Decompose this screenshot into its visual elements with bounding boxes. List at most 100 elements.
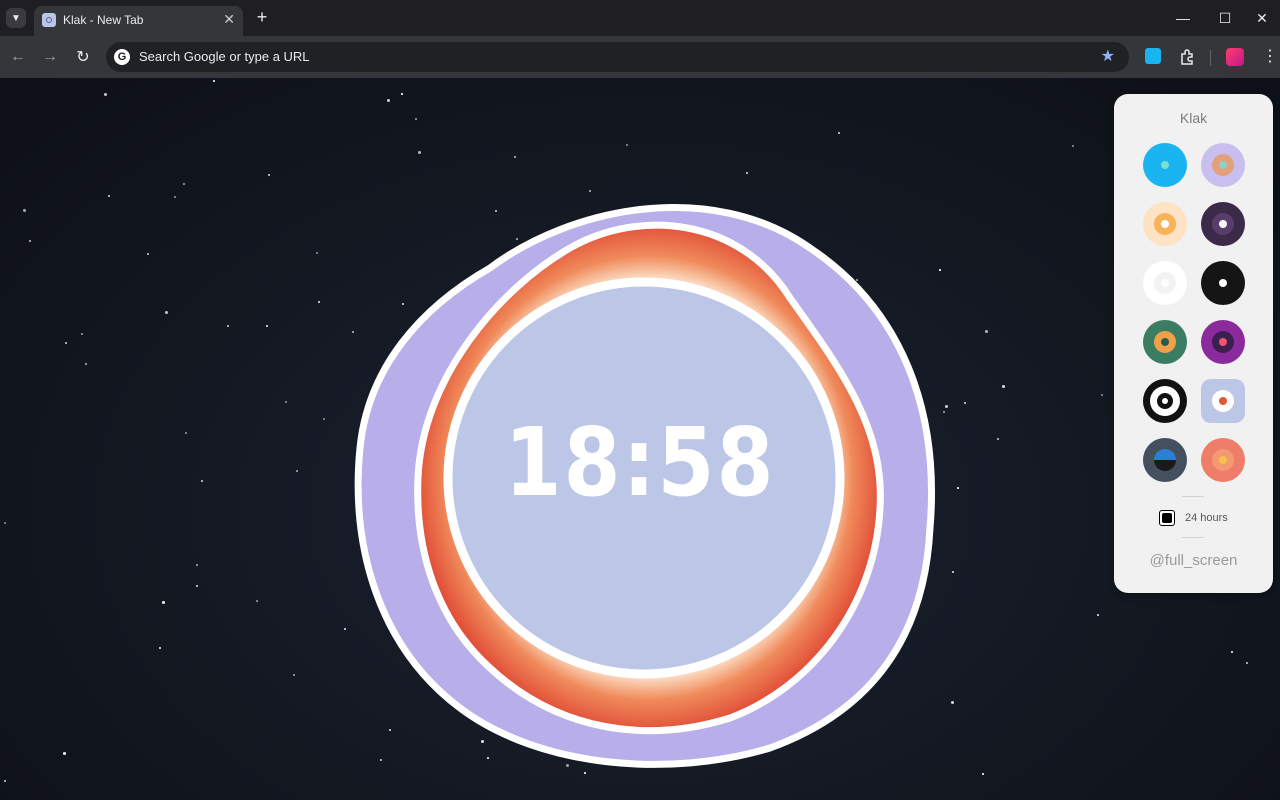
full-screen-link[interactable]: @full_screen <box>1114 552 1273 569</box>
star <box>964 402 966 404</box>
toolbar-separator <box>1210 50 1211 66</box>
star <box>4 522 6 524</box>
star <box>584 772 586 774</box>
star <box>401 93 403 95</box>
tab-close-icon[interactable]: ✕ <box>223 11 235 28</box>
star <box>65 342 67 344</box>
clock-time: 18:58 <box>504 408 776 519</box>
star <box>159 647 161 649</box>
star <box>1072 145 1074 147</box>
profile-avatar-icon[interactable] <box>1226 48 1244 66</box>
swatch-dot <box>1161 279 1169 287</box>
theme-periwinkle-swatch[interactable] <box>1201 379 1245 423</box>
swatch-dot <box>1161 161 1169 169</box>
star <box>285 401 287 403</box>
swatch-dot <box>1161 338 1169 346</box>
swatch-ring <box>1154 449 1176 471</box>
star <box>316 252 318 254</box>
star <box>147 253 149 255</box>
star <box>185 432 187 434</box>
bookmark-star-icon[interactable]: ★ <box>1101 46 1115 66</box>
star <box>293 674 295 676</box>
new-tab-button[interactable]: + <box>252 6 272 28</box>
forward-arrow-icon[interactable]: → <box>39 46 61 68</box>
star <box>268 174 270 176</box>
star <box>81 333 83 335</box>
theme-slate-swatch[interactable] <box>1143 438 1187 482</box>
google-icon: G <box>114 49 130 65</box>
swatch-dot <box>1219 161 1227 169</box>
star <box>1002 385 1005 388</box>
star <box>23 209 26 212</box>
star <box>108 195 110 197</box>
star <box>227 325 229 327</box>
24-hours-label: 24 hours <box>1185 512 1228 524</box>
star <box>63 752 66 755</box>
star <box>256 600 258 602</box>
star <box>982 773 984 775</box>
star <box>985 330 988 333</box>
divider <box>1182 496 1204 497</box>
swatch-dot <box>1219 338 1227 346</box>
new-tab-page: 18:58 <box>0 78 1280 800</box>
star <box>746 172 748 174</box>
star <box>997 438 999 440</box>
star <box>952 571 954 573</box>
klak-favicon-icon <box>42 13 56 27</box>
divider <box>1182 537 1204 538</box>
star <box>415 118 417 120</box>
extensions-puzzle-icon[interactable] <box>1178 48 1196 66</box>
star <box>201 480 203 482</box>
back-arrow-icon[interactable]: ← <box>7 46 29 68</box>
tab-search-button[interactable]: ▼ <box>6 8 26 28</box>
24-hours-toggle[interactable]: 24 hours <box>1159 510 1228 526</box>
browser-toolbar: ← → ↻ G Search Google or type a URL ★ ⋮ <box>0 36 1280 78</box>
theme-white-swatch[interactable] <box>1143 261 1187 305</box>
theme-target-swatch[interactable] <box>1143 379 1187 423</box>
star <box>85 363 87 365</box>
star <box>418 151 421 154</box>
panel-title: Klak <box>1179 110 1208 126</box>
star <box>104 93 107 96</box>
star <box>323 418 325 420</box>
klak-theme-panel: Klak 24 hours @full_screen <box>1114 94 1273 593</box>
theme-lavender-swatch[interactable] <box>1201 143 1245 187</box>
close-window-button[interactable]: ✕ <box>1244 0 1280 36</box>
star <box>162 601 165 604</box>
star <box>514 156 516 158</box>
theme-black-swatch[interactable] <box>1201 261 1245 305</box>
star <box>1231 651 1233 653</box>
checkbox-icon[interactable] <box>1159 510 1175 526</box>
tab-title: Klak - New Tab <box>63 13 144 27</box>
tab-klak[interactable]: Klak - New Tab ✕ <box>34 6 243 36</box>
theme-blue-swatch[interactable] <box>1143 143 1187 187</box>
star <box>196 564 198 566</box>
minimize-button[interactable]: — <box>1160 0 1206 36</box>
star <box>387 99 390 102</box>
theme-coral-swatch[interactable] <box>1201 438 1245 482</box>
address-bar[interactable]: G Search Google or type a URL ★ <box>106 42 1129 72</box>
menu-kebab-icon[interactable]: ⋮ <box>1262 46 1278 66</box>
star <box>4 780 6 782</box>
star <box>296 470 298 472</box>
theme-plum-swatch[interactable] <box>1201 202 1245 246</box>
star <box>183 183 185 185</box>
swatch-center <box>1162 398 1168 404</box>
star <box>943 411 945 413</box>
star <box>213 80 215 82</box>
theme-green-swatch[interactable] <box>1143 320 1187 364</box>
star <box>1097 614 1099 616</box>
address-bar-placeholder: Search Google or type a URL <box>139 49 310 64</box>
swatch-dot <box>1161 220 1169 228</box>
star <box>1246 662 1248 664</box>
title-bar: ▼ Klak - New Tab ✕ + — ☐ ✕ <box>0 0 1280 36</box>
maximize-button[interactable]: ☐ <box>1202 0 1248 36</box>
swatch-dot <box>1219 220 1227 228</box>
theme-purple-swatch[interactable] <box>1201 320 1245 364</box>
star <box>29 240 31 242</box>
star <box>266 325 268 327</box>
klak-extension-icon[interactable] <box>1145 48 1161 64</box>
star <box>951 701 954 704</box>
theme-peach-swatch[interactable] <box>1143 202 1187 246</box>
reload-icon[interactable]: ↻ <box>72 46 94 68</box>
